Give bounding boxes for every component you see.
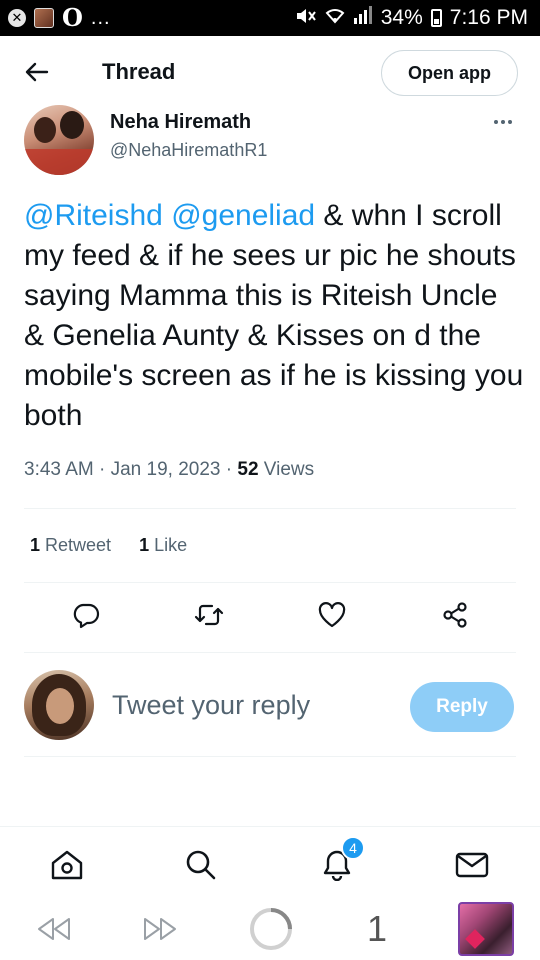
page-title: Thread bbox=[102, 59, 176, 84]
nav-messages[interactable] bbox=[454, 847, 490, 883]
tweet-stats: 1 Retweet 1 Like bbox=[30, 535, 187, 556]
status-time: 7:16 PM bbox=[449, 6, 528, 29]
loading-spinner-icon bbox=[248, 908, 294, 950]
open-app-button[interactable]: Open app bbox=[381, 50, 518, 96]
tweet-meta: 3:43 AM · Jan 19, 2023 · 52 Views bbox=[24, 459, 314, 481]
heart-icon bbox=[465, 929, 485, 949]
meta-separator: · bbox=[220, 459, 238, 480]
dot bbox=[508, 120, 512, 124]
avatar-figure bbox=[24, 149, 94, 175]
share-icon[interactable] bbox=[440, 600, 470, 630]
retweet-icon[interactable] bbox=[194, 600, 224, 630]
battery-icon bbox=[430, 9, 442, 27]
notification-badge: 4 bbox=[341, 836, 365, 860]
views-label: Views bbox=[258, 459, 315, 480]
author-handle[interactable]: @NehaHiremathR1 bbox=[110, 140, 267, 161]
retweets-count: 1 bbox=[30, 535, 41, 555]
bottom-navigation: 4 bbox=[0, 826, 540, 898]
tweet-date[interactable]: Jan 19, 2023 bbox=[111, 459, 221, 480]
dot bbox=[494, 120, 498, 124]
author-name[interactable]: Neha Hiremath bbox=[110, 111, 251, 134]
status-bar: ✕ O ... 34% 7:16 PM bbox=[0, 0, 540, 36]
reply-input[interactable]: Tweet your reply bbox=[112, 690, 310, 721]
avatar-figure bbox=[60, 111, 84, 139]
views-count: 52 bbox=[237, 459, 259, 480]
more-icon[interactable] bbox=[490, 112, 516, 132]
mention-link[interactable]: @Riteishd bbox=[24, 199, 163, 232]
home-icon bbox=[51, 850, 83, 880]
rewind-icon[interactable] bbox=[34, 910, 74, 948]
messages-icon bbox=[455, 852, 489, 878]
divider bbox=[24, 508, 516, 509]
avatar-figure bbox=[34, 117, 56, 143]
author-avatar[interactable] bbox=[24, 105, 94, 175]
nav-notifications[interactable]: 4 bbox=[319, 836, 365, 883]
fast-forward-icon[interactable] bbox=[140, 910, 180, 948]
more-notifications-indicator: ... bbox=[90, 7, 111, 29]
likes-stat[interactable]: 1 Like bbox=[139, 535, 187, 556]
dot bbox=[501, 120, 505, 124]
retweets-label: Retweet bbox=[40, 535, 112, 555]
like-icon[interactable] bbox=[317, 600, 347, 630]
status-bar-notifications: ✕ O ... bbox=[8, 6, 111, 30]
battery-percent: 34% bbox=[380, 6, 423, 29]
wifi-icon bbox=[325, 6, 345, 30]
tweet-body: & whn I scroll my feed & if he sees ur p… bbox=[24, 199, 524, 432]
back-arrow-icon bbox=[25, 62, 49, 82]
likes-count: 1 bbox=[139, 535, 150, 555]
divider bbox=[24, 756, 516, 757]
tweet-text: @Riteishd @geneliad & whn I scroll my fe… bbox=[24, 196, 524, 436]
divider bbox=[24, 582, 516, 583]
reply-button[interactable]: Reply bbox=[410, 682, 514, 732]
mute-icon bbox=[295, 7, 317, 30]
reply-icon[interactable] bbox=[71, 600, 101, 630]
back-button[interactable] bbox=[22, 58, 52, 86]
close-circle-icon: ✕ bbox=[8, 9, 26, 27]
tab-count[interactable]: 1 bbox=[364, 908, 390, 949]
browser-toolbar: 1 bbox=[0, 898, 540, 960]
likes-label: Like bbox=[149, 535, 188, 555]
signal-icon bbox=[353, 6, 373, 30]
avatar-figure bbox=[46, 688, 74, 724]
tweet-actions bbox=[0, 600, 540, 636]
thread-header: Thread Open app bbox=[0, 36, 540, 108]
profile-thumbnail[interactable] bbox=[458, 902, 514, 956]
notification-thumbnail bbox=[34, 8, 54, 28]
nav-home[interactable] bbox=[49, 847, 85, 883]
retweets-stat[interactable]: 1 Retweet bbox=[30, 535, 111, 556]
divider bbox=[24, 652, 516, 653]
status-bar-system: 34% 7:16 PM bbox=[295, 6, 528, 30]
meta-separator: · bbox=[93, 459, 111, 480]
nav-search[interactable] bbox=[183, 847, 219, 883]
user-avatar[interactable] bbox=[24, 670, 94, 740]
mention-link[interactable]: @geneliad bbox=[171, 199, 315, 232]
search-icon bbox=[186, 850, 216, 880]
notification-glyph: O bbox=[62, 3, 83, 32]
tweet-time[interactable]: 3:43 AM bbox=[24, 459, 94, 480]
